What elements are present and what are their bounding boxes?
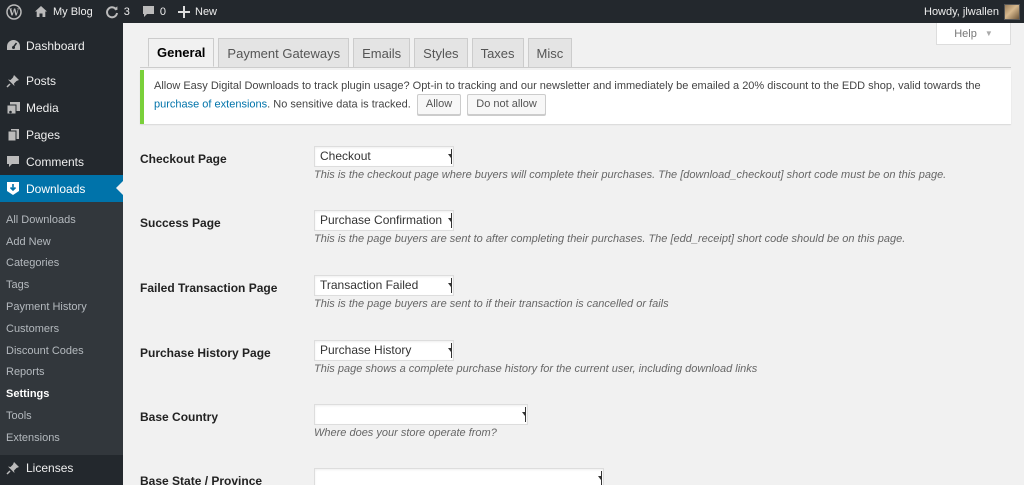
failed-transaction-page-select[interactable]: Transaction Failed <box>314 275 454 296</box>
sidebar-item-label: Comments <box>26 154 85 169</box>
help-tab-button[interactable]: Help ▼ <box>936 23 1011 45</box>
submenu-item-tools[interactable]: Tools <box>0 405 123 427</box>
pin-icon <box>5 73 21 89</box>
base-country-select[interactable] <box>314 404 528 425</box>
setting-label: Base State / Province <box>140 474 263 485</box>
submenu-item-extensions[interactable]: Extensions <box>0 427 123 449</box>
dropdown-arrow-icon <box>447 278 452 293</box>
admin-sidebar: Dashboard Posts Media Pages Comments Dow… <box>0 23 123 485</box>
setting-description: Where does your store operate from? <box>314 427 497 439</box>
pin-icon <box>5 460 21 476</box>
admin-bar: W My Blog 3 0 New Howdy, jlwallen <box>0 0 1024 23</box>
sidebar-item-label: Posts <box>26 73 57 88</box>
tab-emails[interactable]: Emails <box>353 38 411 67</box>
success-page-select[interactable]: Purchase Confirmation <box>314 210 454 231</box>
select-value: Purchase History <box>320 343 412 357</box>
sidebar-item-label: Pages <box>26 127 61 142</box>
setting-label: Failed Transaction Page <box>140 281 278 295</box>
submenu-item-reports[interactable]: Reports <box>0 362 123 384</box>
downloads-submenu: All Downloads Add New Categories Tags Pa… <box>0 202 123 455</box>
comments-link[interactable]: 0 <box>136 0 172 23</box>
base-state-select[interactable] <box>314 468 604 485</box>
allow-button[interactable]: Allow <box>416 94 462 115</box>
select-value: Purchase Confirmation <box>320 213 443 227</box>
wordpress-icon: W <box>6 3 22 20</box>
submenu-item-settings[interactable]: Settings <box>0 383 123 405</box>
do-not-allow-button[interactable]: Do not allow <box>467 94 546 115</box>
new-label: New <box>195 5 218 18</box>
sidebar-item-media[interactable]: Media <box>0 94 123 121</box>
submenu-item-tags[interactable]: Tags <box>0 274 123 296</box>
sidebar-item-licenses[interactable]: Licenses <box>0 455 123 482</box>
refresh-icon <box>105 5 119 19</box>
submenu-item-add-new[interactable]: Add New <box>0 231 123 253</box>
media-icon <box>5 100 21 116</box>
updates-link[interactable]: 3 <box>99 0 136 23</box>
howdy-label: Howdy, jlwallen <box>924 5 999 18</box>
caret-down-icon: ▼ <box>984 29 993 38</box>
settings-tabs: General Payment Gateways Emails Styles T… <box>148 38 576 67</box>
tabs-divider <box>140 67 1011 68</box>
pages-icon <box>5 127 21 143</box>
sidebar-item-comments[interactable]: Comments <box>0 148 123 175</box>
notice-text-after: . No sensitive data is tracked. <box>267 98 411 111</box>
help-label: Help <box>954 27 977 40</box>
sidebar-item-pages[interactable]: Pages <box>0 121 123 148</box>
submenu-item-payment-history[interactable]: Payment History <box>0 296 123 318</box>
wordpress-logo-button[interactable]: W <box>0 0 28 23</box>
setting-description: This is the page buyers are sent to if t… <box>314 298 669 310</box>
comments-count: 0 <box>159 5 166 18</box>
main-content: Help ▼ General Payment Gateways Emails S… <box>123 23 1024 485</box>
select-value: Transaction Failed <box>320 278 419 292</box>
setting-label: Checkout Page <box>140 152 227 166</box>
tab-styles[interactable]: Styles <box>414 38 468 67</box>
new-content-link[interactable]: New <box>172 0 223 23</box>
comment-bubble-icon <box>142 5 155 18</box>
tab-general[interactable]: General <box>148 38 215 67</box>
avatar <box>1004 3 1020 20</box>
tracking-notice: Allow Easy Digital Downloads to track pl… <box>140 70 1011 124</box>
dropdown-arrow-icon <box>447 343 452 358</box>
tab-misc[interactable]: Misc <box>527 38 573 67</box>
setting-label: Purchase History Page <box>140 346 271 360</box>
checkout-page-select[interactable]: Checkout <box>314 146 454 167</box>
plus-icon <box>178 5 190 18</box>
sidebar-item-label: Media <box>26 100 59 115</box>
purchase-extensions-link[interactable]: purchase of extensions <box>154 98 267 110</box>
download-icon <box>5 181 21 197</box>
updates-count: 3 <box>123 5 130 18</box>
setting-label: Base Country <box>140 410 219 424</box>
home-icon <box>34 5 48 18</box>
setting-label: Success Page <box>140 216 221 230</box>
account-menu[interactable]: Howdy, jlwallen <box>918 0 1024 23</box>
sidebar-item-posts[interactable]: Posts <box>0 67 123 94</box>
purchase-history-page-select[interactable]: Purchase History <box>314 340 454 361</box>
submenu-item-all-downloads[interactable]: All Downloads <box>0 209 123 231</box>
sidebar-item-label: Licenses <box>26 461 74 476</box>
dashboard-icon <box>5 38 21 54</box>
setting-description: This page shows a complete purchase hist… <box>314 363 758 375</box>
submenu-item-discount-codes[interactable]: Discount Codes <box>0 340 123 362</box>
site-name-label: My Blog <box>53 5 93 18</box>
comments-icon <box>5 154 21 170</box>
sidebar-item-downloads[interactable]: Downloads <box>0 175 123 202</box>
submenu-item-customers[interactable]: Customers <box>0 318 123 340</box>
dropdown-arrow-icon <box>447 213 452 228</box>
sidebar-item-label: Dashboard <box>26 38 85 53</box>
sidebar-item-label: Downloads <box>26 181 86 196</box>
dropdown-arrow-icon <box>597 471 602 485</box>
setting-description: This is the page buyers are sent to afte… <box>314 233 906 245</box>
notice-text: Allow Easy Digital Downloads to track pl… <box>154 80 981 92</box>
sidebar-item-dashboard[interactable]: Dashboard <box>0 32 123 59</box>
site-name-link[interactable]: My Blog <box>28 0 99 23</box>
tab-payment-gateways[interactable]: Payment Gateways <box>218 38 350 67</box>
dropdown-arrow-icon <box>521 407 526 422</box>
setting-description: This is the checkout page where buyers w… <box>314 169 947 181</box>
submenu-item-categories[interactable]: Categories <box>0 253 123 275</box>
select-value: Checkout <box>320 149 371 163</box>
svg-text:W: W <box>8 8 20 18</box>
dropdown-arrow-icon <box>447 149 452 164</box>
tab-taxes[interactable]: Taxes <box>471 38 524 67</box>
